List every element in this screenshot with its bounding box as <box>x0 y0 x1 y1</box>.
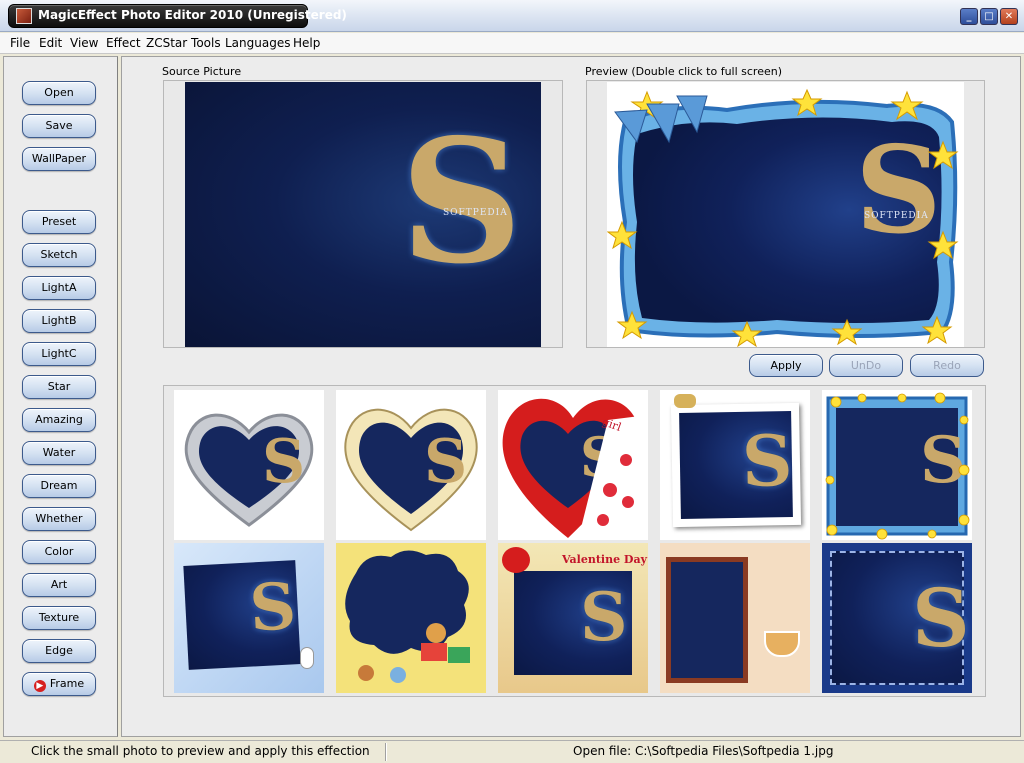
valentine-frame-image: S <box>514 571 632 675</box>
preview-picture-box: S SOFTPEDIA <box>586 80 985 348</box>
frame-button[interactable]: ▶ Frame <box>22 672 96 696</box>
cream-heart-icon: S <box>344 408 478 532</box>
thumb-stamp-frame[interactable]: S <box>822 543 972 693</box>
valentine-day-text: Valentine Day <box>562 553 647 566</box>
stamp-frame-image: S <box>830 551 970 685</box>
maximize-button[interactable]: □ <box>980 8 998 25</box>
silver-heart-icon: S <box>184 413 314 527</box>
redo-button[interactable]: Redo <box>910 354 984 377</box>
frame-button-label: Frame <box>49 677 85 690</box>
thumb-ribbon-frame[interactable]: S <box>660 390 810 540</box>
source-watermark: SOFTPEDIA <box>443 208 508 218</box>
status-open-file: Open file: C:\Softpedia Files\Softpedia … <box>573 744 834 758</box>
source-image[interactable]: S SOFTPEDIA <box>185 82 541 347</box>
menu-effect[interactable]: Effect <box>106 36 141 50</box>
thumb-silver-heart[interactable]: S <box>174 390 324 540</box>
s-logo-icon: S <box>912 571 970 665</box>
heart-balloon-icon <box>502 547 530 573</box>
lighta-button[interactable]: LightA <box>22 276 96 300</box>
dream-button[interactable]: Dream <box>22 474 96 498</box>
undo-button[interactable]: UnDo <box>829 354 903 377</box>
svg-text:S: S <box>920 423 966 498</box>
window-title: MagicEffect Photo Editor 2010 (Unregiste… <box>38 8 347 22</box>
menu-view[interactable]: View <box>70 36 98 50</box>
art-button[interactable]: Art <box>22 573 96 597</box>
svg-text:S: S <box>424 427 467 497</box>
lightc-button[interactable]: LightC <box>22 342 96 366</box>
ribbon-bow-icon <box>674 394 696 408</box>
menu-edit[interactable]: Edit <box>39 36 62 50</box>
save-button[interactable]: Save <box>22 114 96 138</box>
status-hint: Click the small photo to preview and app… <box>31 744 370 758</box>
thumb-valentine-day-frame[interactable]: Valentine Day S <box>498 543 648 693</box>
whether-button[interactable]: Whether <box>22 507 96 531</box>
cloud-frame-icon <box>345 550 470 683</box>
texture-button[interactable]: Texture <box>22 606 96 630</box>
thumb-star-frame[interactable]: S <box>822 390 972 540</box>
svg-text:S: S <box>262 427 305 497</box>
snow-frame-image: S <box>183 560 301 670</box>
star-frame-icon: S <box>825 392 970 540</box>
s-logo-icon: S <box>580 578 628 656</box>
source-label: Source Picture <box>162 65 242 78</box>
ribbon-frame-image: S <box>679 411 793 519</box>
preview-watermark: SOFTPEDIA <box>864 211 929 221</box>
menu-languages[interactable]: Languages <box>225 36 290 50</box>
edge-button[interactable]: Edge <box>22 639 96 663</box>
color-button[interactable]: Color <box>22 540 96 564</box>
svg-text:S: S <box>855 120 942 261</box>
thumb-red-heart-girl[interactable]: S girl <box>498 390 648 540</box>
effects-sidebar: Open Save WallPaper Preset Sketch LightA… <box>3 56 118 737</box>
effect-thumbnails-grid: S S S girl S <box>163 385 986 697</box>
tea-frame-image <box>666 557 748 683</box>
close-button[interactable]: ✕ <box>1000 8 1018 25</box>
app-icon <box>16 8 32 24</box>
snowman-icon <box>300 647 314 669</box>
amazing-button[interactable]: Amazing <box>22 408 96 432</box>
source-picture-box: S SOFTPEDIA <box>163 80 563 348</box>
menu-help[interactable]: Help <box>293 36 320 50</box>
s-logo-icon: S <box>247 569 298 647</box>
water-button[interactable]: Water <box>22 441 96 465</box>
star-button[interactable]: Star <box>22 375 96 399</box>
preset-button[interactable]: Preset <box>22 210 96 234</box>
menu-zcstar-tools[interactable]: ZCStar Tools <box>146 36 221 50</box>
status-bar: Click the small photo to preview and app… <box>0 740 1024 763</box>
menu-file[interactable]: File <box>10 36 30 50</box>
red-heart-icon: S <box>502 398 648 540</box>
wallpaper-button[interactable]: WallPaper <box>22 147 96 171</box>
menu-bar: File Edit View Effect ZCStar Tools Langu… <box>0 33 1024 54</box>
thumb-tea-cup-frame[interactable] <box>660 543 810 693</box>
minimize-button[interactable]: _ <box>960 8 978 25</box>
play-arrow-icon: ▶ <box>33 680 46 692</box>
title-bar: MagicEffect Photo Editor 2010 (Unregiste… <box>0 0 1024 32</box>
preview-label: Preview (Double click to full screen) <box>585 65 783 78</box>
lightb-button[interactable]: LightB <box>22 309 96 333</box>
thumb-blue-snow-frame[interactable]: S <box>174 543 324 693</box>
ribbon-frame-card: S <box>670 402 802 528</box>
apply-button[interactable]: Apply <box>749 354 823 377</box>
preview-image[interactable]: S SOFTPEDIA <box>607 82 964 347</box>
thumb-toy-cloud-frame[interactable] <box>336 543 486 693</box>
main-area: Source Picture S SOFTPEDIA Preview (Doub… <box>121 56 1021 737</box>
sketch-button[interactable]: Sketch <box>22 243 96 267</box>
thumb-cream-heart[interactable]: S <box>336 390 486 540</box>
s-logo-icon: S <box>741 419 794 503</box>
status-separator <box>385 743 387 761</box>
open-button[interactable]: Open <box>22 81 96 105</box>
s-logo-icon: S <box>400 102 523 302</box>
